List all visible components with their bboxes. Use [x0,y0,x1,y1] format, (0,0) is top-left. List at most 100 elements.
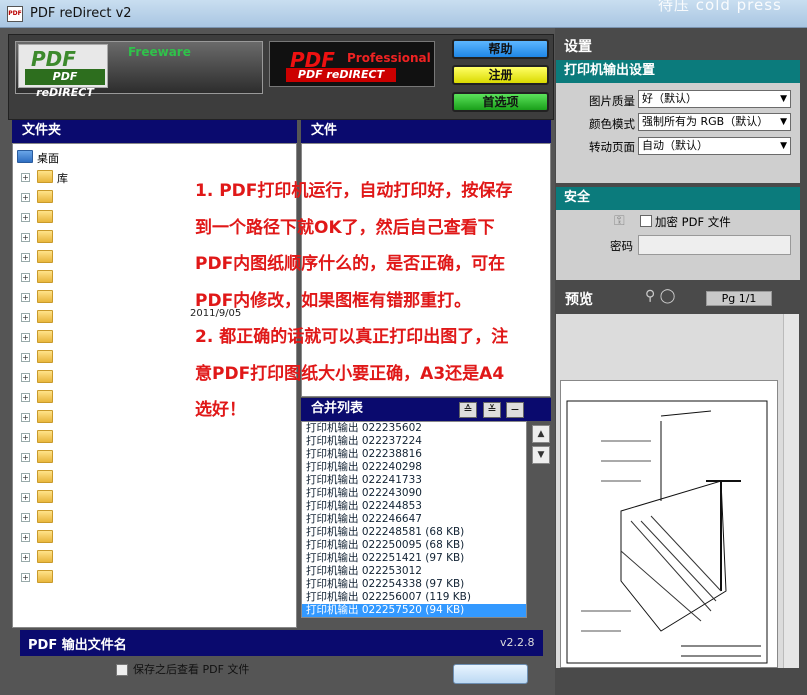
expand-icon[interactable]: + [21,573,30,582]
merge-list-item[interactable]: 打印机输出 022253012 [302,565,526,578]
folder-icon [37,190,53,203]
expand-icon[interactable]: + [21,313,30,322]
tree-item[interactable]: + [13,548,297,566]
merge-list-item[interactable]: 打印机输出 022244853 [302,500,526,513]
folder-icon [37,390,53,403]
move-down-button[interactable]: ≚ [483,402,501,418]
expand-icon[interactable]: + [21,453,30,462]
merge-list-item[interactable]: 打印机输出 022243090 [302,487,526,500]
password-label: 密码 [610,239,633,253]
watermark-text: 待压 cold press [658,0,782,14]
folder-icon [37,330,53,343]
save-button[interactable] [453,664,528,684]
merge-list[interactable]: 打印机输出 022235602 打印机输出 022237224 打印机输出 0222… [301,421,527,618]
tree-item-label: 桌面 [37,152,59,165]
tree-item[interactable]: + [13,488,297,506]
rotate-select[interactable]: 自动（默认） ▼ [638,137,791,155]
folder-icon [37,290,53,303]
expand-icon[interactable]: + [21,173,30,182]
color-mode-label: 颜色模式 [589,117,635,131]
folder-icon [37,510,53,523]
expand-icon[interactable]: + [21,193,30,202]
printer-output-header: 打印机输出设置 [556,60,800,83]
folder-icon [37,410,53,423]
encrypt-label: 加密 PDF 文件 [655,215,731,229]
tree-item[interactable]: + [13,428,297,446]
folder-icon [37,270,53,283]
annotation-line: 2. 都正确的话就可以真正打印出图了，注 [195,327,509,347]
expand-icon[interactable]: + [21,233,30,242]
register-button[interactable]: 注册 [452,65,549,85]
expand-icon[interactable]: + [21,533,30,542]
expand-icon[interactable]: + [21,373,30,382]
folder-icon [37,310,53,323]
key-icon: ⚿ [614,213,625,229]
expand-icon[interactable]: + [21,493,30,502]
merge-list-item[interactable]: 打印机输出 022251421 (97 KB) [302,552,526,565]
folder-icon [37,250,53,263]
annotation-line: PDF内修改，如果图框有错那重打。 [195,290,472,311]
preferences-button[interactable]: 首选项 [452,92,549,112]
merge-list-item[interactable]: 打印机输出 022257520 (94 KB) [302,604,526,617]
scroll-up-icon[interactable]: ▲ [532,425,550,443]
merge-list-item[interactable]: 打印机输出 022240298 [302,461,526,474]
password-input[interactable] [638,235,791,255]
rotate-label: 转动页面 [589,140,635,154]
chevron-down-icon: ▼ [780,141,787,151]
page-indicator: Pg 1/1 [706,291,772,306]
settings-title: 设置 [564,39,592,55]
expand-icon[interactable]: + [21,333,30,342]
open-after-save-checkbox[interactable] [116,664,128,676]
expand-icon[interactable]: + [21,513,30,522]
expand-icon[interactable]: + [21,253,30,262]
encrypt-checkbox[interactable] [640,215,652,227]
zoom-icon[interactable]: ⚲ ◯ [645,288,675,304]
freeware-logo-text: PDF reDIRECT [25,69,105,99]
tree-item[interactable]: + [13,468,297,486]
folders-header: 文件夹 [12,120,297,143]
merge-list-item[interactable]: 打印机输出 022241733 [302,474,526,487]
expand-icon[interactable]: + [21,473,30,482]
help-button[interactable]: 帮助 [452,39,549,59]
expand-icon[interactable]: + [21,553,30,562]
image-quality-label: 图片质量 [589,94,635,108]
merge-list-item[interactable]: 打印机输出 022235602 [302,422,526,435]
color-mode-select[interactable]: 强制所有为 RGB（默认） ▼ [638,113,791,131]
merge-list-item[interactable]: 打印机输出 022256007 (119 KB) [302,591,526,604]
image-quality-select[interactable]: 好（默认） ▼ [638,90,791,108]
annotation-line: 1. PDF打印机运行，自动打印好，按保存 [195,181,513,201]
chevron-down-icon: ▼ [780,117,787,127]
freeware-logo-pdf: PDF [31,47,76,71]
merge-list-item[interactable]: 打印机输出 022237224 [302,435,526,448]
tree-item[interactable]: + [13,568,297,586]
merge-list-item[interactable]: 打印机输出 022254338 (97 KB) [302,578,526,591]
expand-icon[interactable]: + [21,213,30,222]
preview-scrollbar[interactable] [783,314,799,668]
expand-icon[interactable]: + [21,353,30,362]
merge-list-item[interactable]: 打印机输出 022248581 (68 KB) [302,526,526,539]
merge-list-item[interactable]: 打印机输出 022250095 (68 KB) [302,539,526,552]
app-icon: PDF [7,6,23,22]
expand-icon[interactable]: + [21,273,30,282]
expand-icon[interactable]: + [21,293,30,302]
merge-list-item[interactable]: 打印机输出 022238816 [302,448,526,461]
freeware-logo: PDF PDF reDIRECT [18,44,108,99]
pro-logo-text: PDF reDIRECT [286,68,396,82]
scroll-down-icon[interactable]: ▼ [532,446,550,464]
preview-title: 预览 [565,292,593,308]
folder-icon [37,210,53,223]
tree-item[interactable]: + [13,528,297,546]
expand-icon[interactable]: + [21,433,30,442]
annotation-text: 1. PDF打印机运行，自动打印好，按保存 到一个路径下就OK了，然后自己查看下 P… [195,173,550,429]
move-up-button[interactable]: ≙ [459,402,477,418]
desktop-icon [17,150,33,163]
image-quality-value: 好（默认） [642,92,697,105]
tree-item[interactable]: 桌面 [13,148,297,166]
tree-item[interactable]: + [13,448,297,466]
expand-icon[interactable]: + [21,393,30,402]
preview-page [560,380,778,668]
merge-list-item[interactable]: 打印机输出 022246647 [302,513,526,526]
tree-item[interactable]: + [13,508,297,526]
remove-button[interactable]: − [506,402,524,418]
expand-icon[interactable]: + [21,413,30,422]
